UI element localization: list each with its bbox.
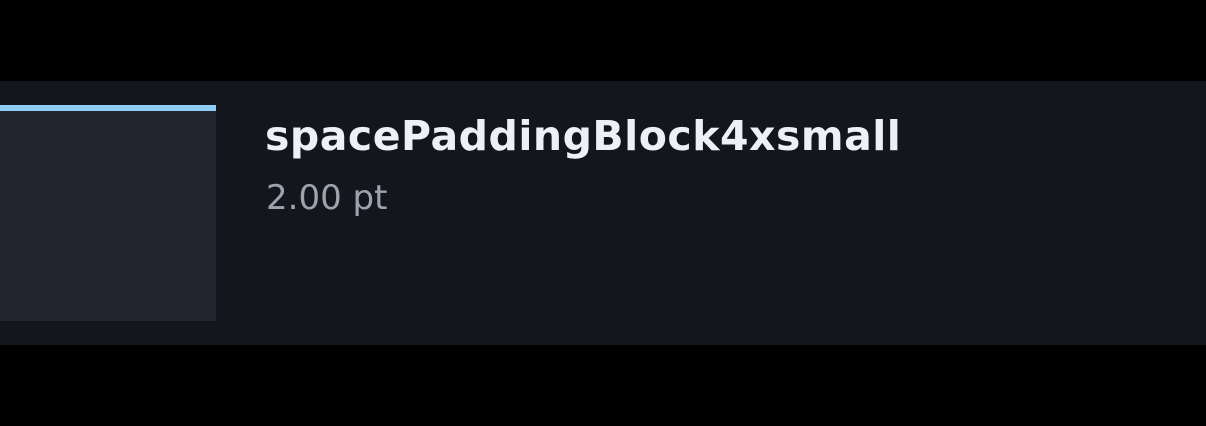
spacing-swatch (0, 105, 216, 321)
token-name: spacePaddingBlock4xsmall (265, 112, 902, 160)
token-value: 2.00 pt (266, 178, 388, 218)
padding-indicator-bar (0, 105, 216, 111)
token-card: spacePaddingBlock4xsmall 2.00 pt (0, 81, 1206, 345)
